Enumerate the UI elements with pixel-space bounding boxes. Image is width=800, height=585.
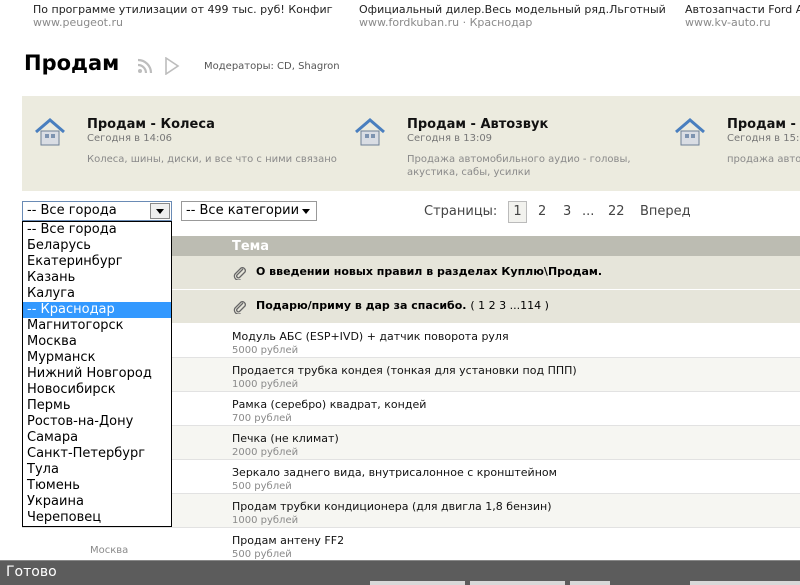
page-ellipsis: ... <box>582 204 595 219</box>
city-option[interactable]: Санкт-Петербург <box>23 446 171 462</box>
status-bar: Готово <box>0 560 800 585</box>
topic-title[interactable]: Зеркало заднего вида, внутрисалонное с к… <box>232 466 557 479</box>
paperclip-icon <box>233 267 246 280</box>
city-option[interactable]: Магнитогорск <box>23 318 171 334</box>
paperclip-icon <box>233 301 246 314</box>
city-option[interactable]: Екатеринбург <box>23 254 171 270</box>
topic-title-text[interactable]: Подарю/приму в дар за спасибо. <box>256 299 466 312</box>
topic-price: 700 рублей <box>232 413 292 424</box>
city-option[interactable]: Тула <box>23 462 171 478</box>
city-option[interactable]: Казань <box>23 270 171 286</box>
status-segment <box>690 581 800 585</box>
topic-price: 5000 рублей <box>232 345 299 356</box>
topic-title[interactable]: Печка (не климат) <box>232 432 339 445</box>
city-dropdown-list[interactable]: -- Все города Беларусь Екатеринбург Каза… <box>22 221 172 527</box>
city-option[interactable]: Тюмень <box>23 478 171 494</box>
ad-block-peugeot[interactable]: По программе утилизации от 499 тыс. руб!… <box>33 3 333 29</box>
chevron-down-icon[interactable] <box>150 203 170 219</box>
city-option[interactable]: Ростов-на-Дону <box>23 414 171 430</box>
topic-price: 500 рублей <box>232 481 292 492</box>
city-option[interactable]: Украина <box>23 494 171 510</box>
topic-price: 1000 рублей <box>232 515 299 526</box>
pinned-topic-title[interactable]: Подарю/приму в дар за спасибо. ( 1 2 3 .… <box>256 299 549 312</box>
subforum-desc: Колеса, шины, диски, и все что с ними св… <box>87 154 337 165</box>
pinned-topic-title[interactable]: О введении новых правил в разделах Куплю… <box>256 265 602 278</box>
house-icon <box>35 118 65 146</box>
city-option[interactable]: Мурманск <box>23 350 171 366</box>
status-segment <box>570 581 610 585</box>
moderators-text: Модераторы: CD, Shagron <box>204 61 340 72</box>
status-segment <box>370 581 465 585</box>
subforum-date: Сегодня в 13:09 <box>407 133 493 144</box>
ad-block-fordkuban[interactable]: Официальный дилер.Весь модельный ряд.Льг… <box>359 3 669 29</box>
city-option[interactable]: -- Все города <box>23 222 171 238</box>
category-select[interactable]: -- Все категории <box>181 201 317 221</box>
subforum-title[interactable]: Продам - Колеса <box>87 117 215 132</box>
rss-icon[interactable] <box>137 58 153 74</box>
city-option[interactable]: Череповец <box>23 510 171 526</box>
ad-url[interactable]: www.fordkuban.ru · Краснодар <box>359 16 669 29</box>
city-select[interactable]: -- Все города <box>22 201 172 221</box>
ad-text[interactable]: Официальный дилер.Весь модельный ряд.Льг… <box>359 3 669 16</box>
ad-block-kvauto[interactable]: Автозапчасти Ford Аг ассортимент,доставк… <box>685 3 800 29</box>
topic-price: 1000 рублей <box>232 379 299 390</box>
topic-title[interactable]: Продам трубки кондиционера (для двигла 1… <box>232 500 552 513</box>
page-link[interactable]: 2 <box>538 204 546 219</box>
column-topic: Тема <box>232 239 270 254</box>
city-option[interactable]: Самара <box>23 430 171 446</box>
city-option[interactable]: Пермь <box>23 398 171 414</box>
pagination-label: Страницы: <box>424 204 498 219</box>
city-option[interactable]: Новосибирск <box>23 382 171 398</box>
topic-title[interactable]: Рамка (серебро) квадрат, кондей <box>232 398 426 411</box>
status-segment <box>470 581 565 585</box>
category-select-value: -- Все категории <box>186 203 300 218</box>
ad-text[interactable]: Автозапчасти Ford Аг ассортимент,доставк <box>685 3 800 16</box>
city-select-value: -- Все города <box>27 203 117 218</box>
page-link[interactable]: 22 <box>608 204 625 219</box>
city-option[interactable]: Беларусь <box>23 238 171 254</box>
city-option[interactable]: Калуга <box>23 286 171 302</box>
ad-url[interactable]: www.peugeot.ru <box>33 16 333 29</box>
house-icon <box>355 118 385 146</box>
topic-city: Москва <box>90 545 129 556</box>
status-text: Готово <box>6 564 57 580</box>
subforum-desc: Продажа автомобильного аудио - головы, а… <box>407 154 631 178</box>
page-link[interactable]: 3 <box>563 204 571 219</box>
city-option[interactable]: Москва <box>23 334 171 350</box>
subforum-title[interactable]: Продам - Ав <box>727 117 800 132</box>
city-option-highlighted[interactable]: -- Краснодар <box>23 302 171 318</box>
house-icon <box>675 118 705 146</box>
topic-row[interactable]: Москва Продам антену FF2 500 рублей <box>22 528 800 562</box>
city-option[interactable]: Нижний Новгород <box>23 366 171 382</box>
topic-price: 500 рублей <box>232 549 292 560</box>
ad-text[interactable]: По программе утилизации от 499 тыс. руб!… <box>33 3 333 16</box>
ad-url[interactable]: www.kv-auto.ru <box>685 16 800 29</box>
subforum-desc: продажа автом <box>727 154 800 165</box>
page-link-current[interactable]: 1 <box>508 201 527 223</box>
subforum-date: Сегодня в 15:2 <box>727 133 800 144</box>
topic-price: 2000 рублей <box>232 447 299 458</box>
topic-title[interactable]: Модуль АБС (ESP+IVD) + датчик поворота р… <box>232 330 509 343</box>
subforum-panel: Продам - Колеса Сегодня в 14:06 Колеса, … <box>22 96 800 191</box>
browser-page: По программе утилизации от 499 тыс. руб!… <box>0 0 800 585</box>
play-icon[interactable] <box>164 57 180 75</box>
subforum-title[interactable]: Продам - Автозвук <box>407 117 548 132</box>
topic-pages[interactable]: ( 1 2 3 ...114 ) <box>470 299 549 312</box>
next-page-link[interactable]: Вперед <box>640 204 691 219</box>
topic-title[interactable]: Продам антену FF2 <box>232 534 344 547</box>
topic-title[interactable]: Продается трубка кондея (тонкая для уста… <box>232 364 577 377</box>
subforum-date: Сегодня в 14:06 <box>87 133 173 144</box>
page-title: Продам <box>24 51 120 75</box>
